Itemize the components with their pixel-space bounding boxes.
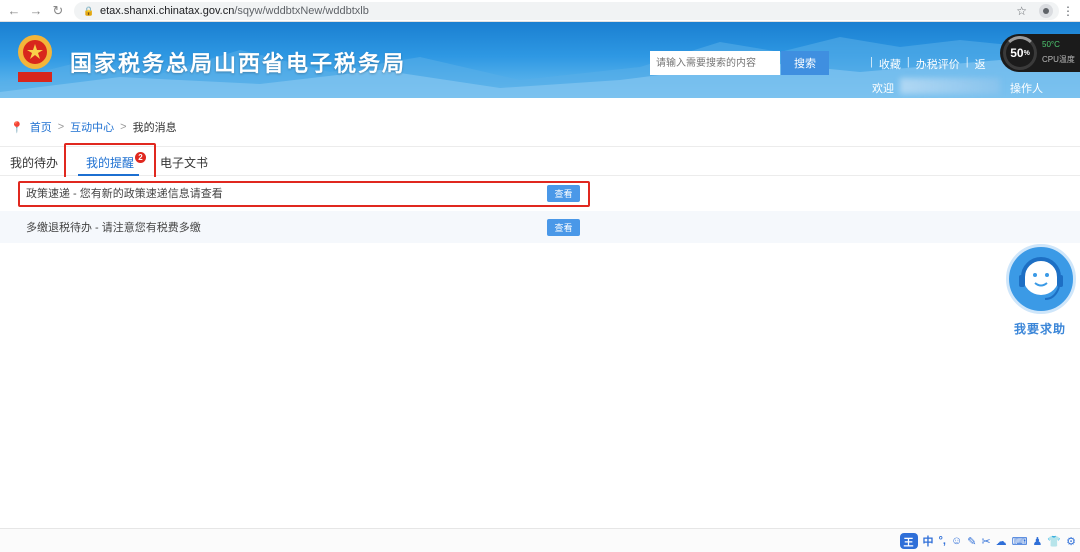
ime-status-bar: 王 中 °, ☺ ✎ ✂ ☁ ⌨ ♟ 👕 ⚙ [0, 528, 1080, 552]
settings-icon[interactable]: ⚙ [1066, 535, 1076, 548]
help-label[interactable]: 我要求助 [1014, 320, 1066, 337]
return-link[interactable]: 返 [975, 56, 986, 72]
breadcrumb-home[interactable]: 首页 [30, 119, 52, 135]
annotation-box-row [18, 181, 590, 207]
site-header: 国家税务总局山西省电子税务局 搜索 | 收藏 | 办税评价 | 返 欢迎 操作人 [0, 22, 1080, 98]
headset-icon [1019, 257, 1063, 300]
search-input[interactable] [650, 51, 780, 75]
forward-icon[interactable]: → [26, 1, 46, 21]
message-text: 多缴退税待办 - 请注意您有税费多缴 [26, 222, 201, 234]
welcome-text: 欢迎 [872, 83, 894, 95]
help-widget[interactable]: 我要求助 [1006, 244, 1076, 336]
lock-icon: 🔒 [83, 5, 95, 16]
breadcrumb: 📍 首页 > 互动中心 > 我的消息 [10, 119, 177, 135]
scissors-icon[interactable]: ✂ [981, 535, 990, 548]
browser-menu-icon[interactable]: ⋮ [1062, 4, 1074, 18]
cpu-temperature: 50°C [1042, 40, 1060, 49]
header-links: | 收藏 | 办税评价 | 返 [870, 56, 986, 72]
back-icon[interactable]: ← [4, 1, 24, 21]
search-button[interactable]: 搜索 [781, 51, 829, 75]
list-item: 多缴退税待办 - 请注意您有税费多缴 查看 [0, 211, 1080, 243]
cpu-usage-gauge: 50% [1003, 36, 1037, 70]
message-tabs: 我的待办 我的提醒 电子文书 [0, 146, 1080, 176]
ime-logo-icon[interactable]: 王 [899, 533, 918, 549]
tax-emblem-logo [18, 35, 52, 82]
keyboard-icon[interactable]: ⌨ [1012, 535, 1028, 548]
bookmark-star-icon[interactable]: ☆ [1016, 4, 1027, 18]
location-pin-icon: 📍 [10, 121, 24, 134]
reload-icon[interactable]: ↻ [48, 1, 68, 21]
tab-my-todo[interactable]: 我的待办 [10, 154, 58, 171]
tab-e-documents[interactable]: 电子文书 [160, 154, 208, 171]
emoji-icon[interactable]: ☺ [951, 535, 962, 547]
site-title: 国家税务总局山西省电子税务局 [70, 51, 407, 76]
cpu-monitor-widget: 50% 50°C CPU温度 [1000, 34, 1080, 72]
tax-rating-link[interactable]: 办税评价 [916, 56, 960, 72]
favorite-link[interactable]: 收藏 [879, 56, 901, 72]
handwriting-icon[interactable]: ✎ [967, 535, 976, 548]
customer-service-icon[interactable] [1006, 244, 1076, 314]
browser-toolbar: ← → ↻ 🔒 etax.shanxi.chinatax.gov.cn/sqyw… [0, 0, 1080, 22]
ime-toolbar: 王 中 °, ☺ ✎ ✂ ☁ ⌨ ♟ 👕 ⚙ [899, 533, 1076, 549]
cloud-icon[interactable]: ☁ [996, 535, 1007, 548]
redacted-username [900, 78, 1000, 94]
skin-icon[interactable]: 👕 [1047, 535, 1061, 548]
address-bar[interactable]: 🔒 etax.shanxi.chinatax.gov.cn/sqyw/wddbt… [74, 2, 1059, 20]
cpu-label: CPU温度 [1042, 55, 1075, 64]
operator-text: 操作人 [1010, 83, 1043, 95]
annotation-box-tab [64, 143, 156, 180]
breadcrumb-section[interactable]: 互动中心 [70, 119, 114, 135]
user-icon[interactable]: ♟ [1033, 535, 1043, 548]
ime-mode-toggle[interactable]: 中 [923, 533, 934, 549]
url-text: etax.shanxi.chinatax.gov.cn/sqyw/wddbtxN… [100, 5, 369, 17]
view-button[interactable]: 查看 [547, 218, 580, 236]
punctuation-icon[interactable]: °, [939, 535, 946, 547]
breadcrumb-current: 我的消息 [132, 122, 177, 134]
profile-icon[interactable] [1039, 4, 1053, 18]
